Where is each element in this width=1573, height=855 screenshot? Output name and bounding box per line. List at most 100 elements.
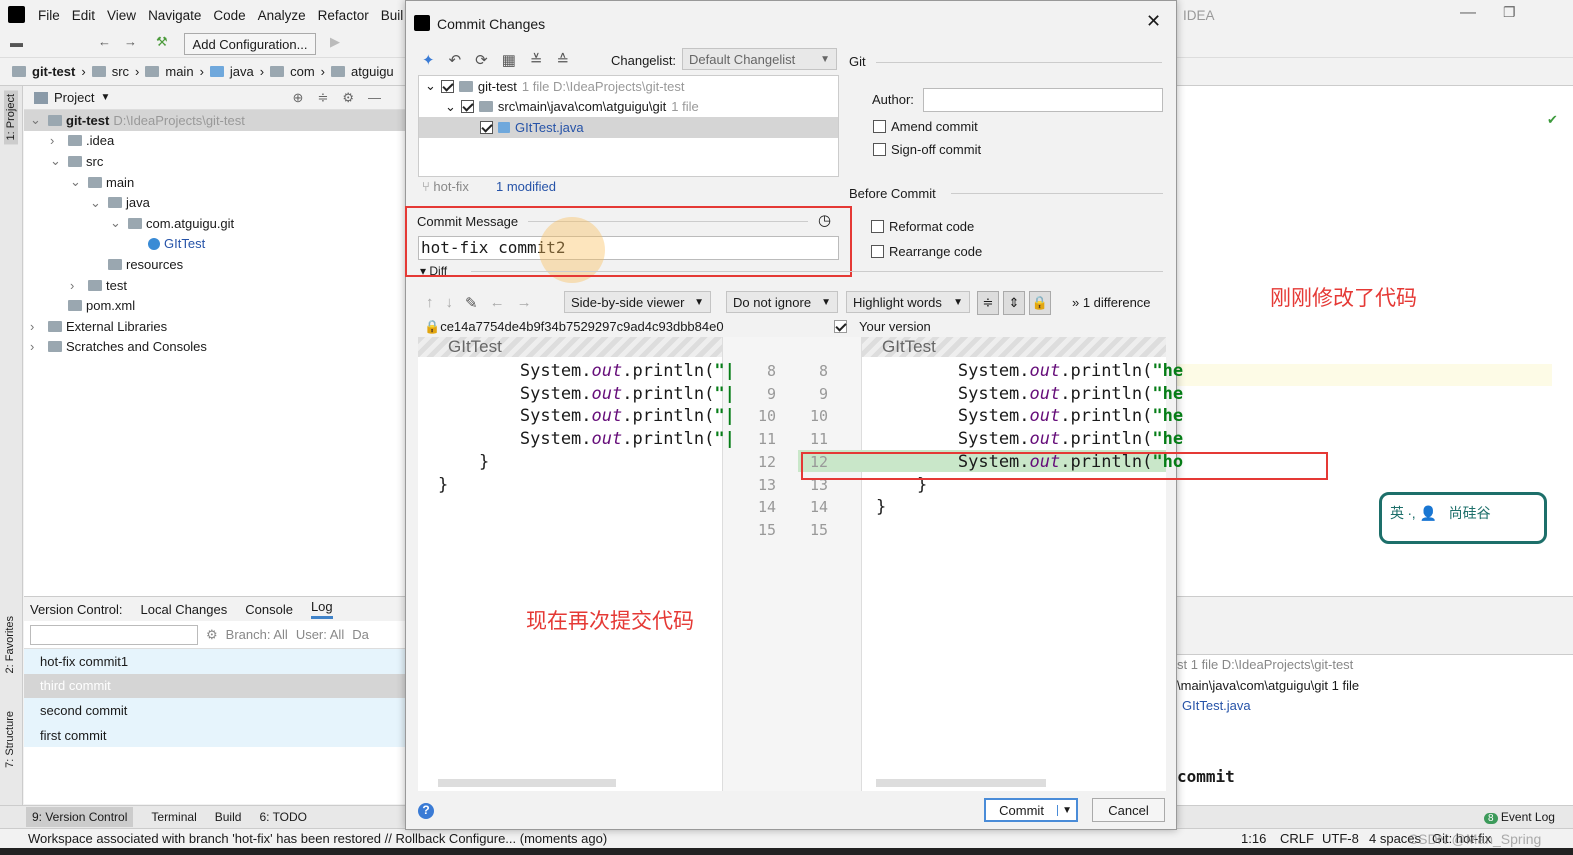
sync-scroll-icon[interactable]: ⇕ xyxy=(1003,291,1025,315)
close-icon[interactable]: ✕ xyxy=(1146,11,1161,32)
project-tree-item[interactable]: › Scratches and Consoles xyxy=(24,337,405,358)
cancel-button[interactable]: Cancel xyxy=(1092,798,1165,822)
reformat-code-checkbox[interactable] xyxy=(871,220,884,233)
crumb-java[interactable]: java xyxy=(230,64,254,79)
event-log-tool-tab[interactable]: 8 Event Log xyxy=(1484,810,1555,824)
group-by-icon[interactable]: ▦ xyxy=(502,51,516,69)
modified-count[interactable]: 1 modified xyxy=(496,179,556,194)
menu-file[interactable]: File xyxy=(38,8,60,23)
file-tree-folder[interactable]: src\main\java\com\atguigu\git xyxy=(498,99,666,114)
edit-source-icon[interactable]: ✎ xyxy=(465,294,478,312)
checkbox-git-test[interactable] xyxy=(440,79,454,93)
crumb-git-test[interactable]: git-test xyxy=(32,64,75,79)
open-icon[interactable]: ▬ xyxy=(10,35,23,50)
commit-log-row[interactable]: first commit xyxy=(24,722,405,748)
line-separator[interactable]: CRLF xyxy=(1280,831,1314,846)
diff-section-toggle[interactable]: ▾ Diff xyxy=(420,264,447,278)
project-tree-item[interactable]: ⌄ src xyxy=(24,151,405,172)
minimize-button[interactable]: — xyxy=(1460,4,1476,22)
prev-diff-icon[interactable]: ↑ xyxy=(426,294,434,312)
amend-commit-checkbox[interactable] xyxy=(873,120,886,133)
status-message[interactable]: Workspace associated with branch 'hot-fi… xyxy=(8,831,607,846)
structure-tool-tab[interactable]: 7: Structure xyxy=(4,711,16,768)
project-panel-title[interactable]: Project xyxy=(54,90,94,105)
menu-refactor[interactable]: Refactor xyxy=(318,8,369,23)
next-diff-icon[interactable]: ↓ xyxy=(446,294,454,312)
project-tree-item[interactable]: ⌄ com.atguigu.git xyxy=(24,213,405,234)
rollback-icon[interactable]: ↶ xyxy=(449,51,462,69)
lock-icon[interactable]: 🔒 xyxy=(1029,291,1051,315)
file-encoding[interactable]: UTF-8 xyxy=(1322,831,1359,846)
viewer-select[interactable]: Side-by-side viewer ▼ xyxy=(564,291,711,313)
help-icon[interactable]: ? xyxy=(418,803,434,819)
show-diff-icon[interactable]: ✦ xyxy=(422,51,435,69)
menu-build[interactable]: Buil xyxy=(381,8,404,23)
settings-icon[interactable]: ⚙ xyxy=(206,627,218,643)
commit-log-row[interactable]: second commit xyxy=(24,698,405,723)
project-tree-item[interactable]: › test xyxy=(24,275,405,296)
user-filter[interactable]: User: All xyxy=(296,627,344,642)
project-tool-tab[interactable]: 1: Project xyxy=(4,90,18,145)
project-tree-item[interactable]: ⌄ main xyxy=(24,172,405,193)
forward-icon[interactable]: → xyxy=(124,34,137,49)
menu-view[interactable]: View xyxy=(107,8,136,23)
next-file-icon[interactable]: → xyxy=(517,294,532,312)
run-icon[interactable]: ▶ xyxy=(330,34,340,50)
crumb-main[interactable]: main xyxy=(165,64,193,79)
build-hammer-icon[interactable]: ⚒ xyxy=(156,34,168,50)
menu-edit[interactable]: Edit xyxy=(72,8,95,23)
todo-tool-tab[interactable]: 6: TODO xyxy=(259,810,307,824)
log-search-input[interactable] xyxy=(30,624,198,645)
build-tool-tab[interactable]: Build xyxy=(215,810,242,824)
tab-console[interactable]: Console xyxy=(245,602,293,617)
whitespace-select[interactable]: Do not ignore ▼ xyxy=(726,291,838,313)
crumb-com[interactable]: com xyxy=(290,64,315,79)
panel-actions-icon[interactable]: ⊕≑⚙— xyxy=(293,90,395,106)
rearrange-code-checkbox[interactable] xyxy=(871,245,884,258)
include-checkbox[interactable] xyxy=(834,320,847,333)
commit-log-row[interactable]: third commit xyxy=(24,673,405,699)
right-scrollbar[interactable] xyxy=(876,779,1046,787)
commit-log-row[interactable]: hot-fix commit1 xyxy=(24,649,405,674)
project-tree-item[interactable]: ⌄ java xyxy=(24,192,405,213)
project-tree-item[interactable]: pom.xml xyxy=(24,295,405,316)
prev-file-icon[interactable]: ← xyxy=(490,294,505,312)
favorites-tool-tab[interactable]: 2: Favorites xyxy=(4,616,16,673)
tab-log[interactable]: Log xyxy=(310,599,333,619)
menu-analyze[interactable]: Analyze xyxy=(258,8,306,23)
refresh-icon[interactable]: ⟳ xyxy=(475,51,488,69)
project-tree-item[interactable]: ⌄ git-test D:\IdeaProjects\git-test xyxy=(24,110,405,131)
file-tree-file[interactable]: GItTest.java xyxy=(515,120,584,135)
menu-navigate[interactable]: Navigate xyxy=(148,8,201,23)
highlight-select[interactable]: Highlight words ▼ xyxy=(846,291,970,313)
crumb-atguigu[interactable]: atguigu xyxy=(351,64,394,79)
author-input[interactable] xyxy=(923,88,1163,112)
project-tree-item[interactable]: resources xyxy=(24,254,405,275)
commit-button[interactable]: Commit ▼ xyxy=(984,798,1078,822)
back-icon[interactable]: ← xyxy=(98,34,111,49)
file-tree-root[interactable]: git-test xyxy=(478,79,517,94)
add-configuration-button[interactable]: Add Configuration... xyxy=(184,33,316,55)
project-tree-item[interactable]: GItTest xyxy=(24,234,405,255)
collapse-all-icon[interactable]: ≙ xyxy=(557,51,570,69)
signoff-commit-checkbox[interactable] xyxy=(873,143,886,156)
commit-dropdown-icon[interactable]: ▼ xyxy=(1057,804,1076,816)
crumb-src[interactable]: src xyxy=(112,64,129,79)
menu-code[interactable]: Code xyxy=(213,8,245,23)
changelist-select[interactable]: Default Changelist ▼ xyxy=(682,48,837,70)
version-control-tool-tab[interactable]: 9: Version Control xyxy=(26,807,134,827)
branch-filter[interactable]: Branch: All xyxy=(226,627,288,642)
project-tree-item[interactable]: › .idea xyxy=(24,131,405,152)
terminal-tool-tab[interactable]: Terminal xyxy=(151,810,196,824)
checkbox-file[interactable] xyxy=(480,120,493,134)
project-tree-item[interactable]: › External Libraries xyxy=(24,316,405,337)
caret-position[interactable]: 1:16 xyxy=(1241,831,1266,846)
right-tree-file[interactable]: GItTest.java xyxy=(1177,696,1573,717)
expand-all-icon[interactable]: ≚ xyxy=(530,51,543,69)
restore-button[interactable]: ❐ xyxy=(1503,4,1516,21)
checkbox-folder[interactable] xyxy=(460,100,474,114)
collapse-unchanged-icon[interactable]: ≑ xyxy=(977,291,999,315)
date-filter[interactable]: Da xyxy=(352,627,369,642)
left-scrollbar[interactable] xyxy=(438,779,616,787)
tab-local-changes[interactable]: Local Changes xyxy=(141,602,228,617)
